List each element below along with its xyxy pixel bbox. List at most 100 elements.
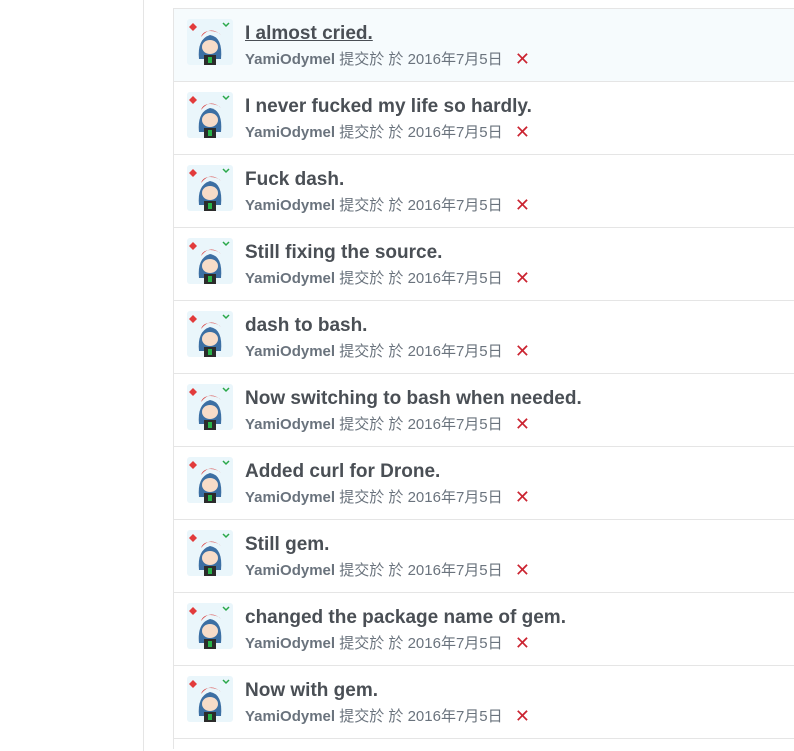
commit-title[interactable]: changed the package name of gem. <box>245 606 566 630</box>
commit-meta: YamiOdymel 提交於 於 2016年7月5日 ✕ <box>245 707 530 727</box>
commit-title[interactable]: Still fixing the source. <box>245 241 442 265</box>
avatar-image <box>187 676 233 722</box>
build-failed-icon[interactable]: ✕ <box>515 269 530 287</box>
commit-title[interactable]: Now switching to bash when needed. <box>245 387 582 411</box>
commit-meta: YamiOdymel 提交於 於 2016年7月5日 ✕ <box>245 269 530 289</box>
avatar-image <box>187 384 233 430</box>
date-prefix: 於 <box>388 708 404 725</box>
commit-meta: YamiOdymel 提交於 於 2016年7月5日 ✕ <box>245 196 530 216</box>
author-avatar[interactable] <box>187 92 233 138</box>
submitted-label: 提交於 <box>339 635 385 652</box>
commit-title[interactable]: I never fucked my life so hardly. <box>245 95 532 119</box>
commit-date: 2016年7月5日 <box>407 270 503 287</box>
author-avatar[interactable] <box>187 530 233 576</box>
commit-meta: YamiOdymel 提交於 於 2016年7月5日 ✕ <box>245 488 530 508</box>
date-prefix: 於 <box>388 124 404 141</box>
commit-date: 2016年7月5日 <box>407 416 503 433</box>
commit-author[interactable]: YamiOdymel <box>245 416 335 433</box>
commit-meta: YamiOdymel 提交於 於 2016年7月5日 ✕ <box>245 415 530 435</box>
commit-author[interactable]: YamiOdymel <box>245 562 335 579</box>
commit-list: I almost cried. YamiOdymel 提交於 於 2016年7月… <box>173 8 794 749</box>
commit-title[interactable]: I almost cried. <box>245 22 373 46</box>
commit-date: 2016年7月5日 <box>407 197 503 214</box>
build-failed-icon[interactable]: ✕ <box>515 342 530 360</box>
commit-item[interactable]: Now with gem. YamiOdymel 提交於 於 2016年7月5日… <box>174 665 794 738</box>
commit-author[interactable]: YamiOdymel <box>245 51 335 68</box>
commit-title[interactable]: Fuck dash. <box>245 168 344 192</box>
date-prefix: 於 <box>388 51 404 68</box>
build-failed-icon[interactable]: ✕ <box>515 123 530 141</box>
author-avatar[interactable] <box>187 165 233 211</box>
commit-date: 2016年7月5日 <box>407 562 503 579</box>
submitted-label: 提交於 <box>339 51 385 68</box>
commit-meta: YamiOdymel 提交於 於 2016年7月5日 ✕ <box>245 342 530 362</box>
avatar-image <box>187 530 233 576</box>
submitted-label: 提交於 <box>339 343 385 360</box>
date-prefix: 於 <box>388 562 404 579</box>
date-prefix: 於 <box>388 635 404 652</box>
commit-date: 2016年7月5日 <box>407 124 503 141</box>
commit-title[interactable]: Now with gem. <box>245 679 378 703</box>
commit-author[interactable]: YamiOdymel <box>245 197 335 214</box>
avatar-image <box>187 165 233 211</box>
commit-title[interactable]: Still gem. <box>245 533 329 557</box>
commit-date: 2016年7月5日 <box>407 343 503 360</box>
commit-author[interactable]: YamiOdymel <box>245 708 335 725</box>
commit-author[interactable]: YamiOdymel <box>245 124 335 141</box>
date-prefix: 於 <box>388 197 404 214</box>
commit-meta: YamiOdymel 提交於 於 2016年7月5日 ✕ <box>245 50 530 70</box>
date-prefix: 於 <box>388 416 404 433</box>
author-avatar[interactable] <box>187 384 233 430</box>
commit-author[interactable]: YamiOdymel <box>245 635 335 652</box>
commit-title[interactable]: Added curl for Drone. <box>245 460 440 484</box>
date-prefix: 於 <box>388 270 404 287</box>
commit-date: 2016年7月5日 <box>407 489 503 506</box>
build-failed-icon[interactable]: ✕ <box>515 196 530 214</box>
avatar-image <box>187 457 233 503</box>
author-avatar[interactable] <box>187 457 233 503</box>
author-avatar[interactable] <box>187 676 233 722</box>
build-failed-icon[interactable]: ✕ <box>515 488 530 506</box>
submitted-label: 提交於 <box>339 489 385 506</box>
commit-item[interactable]: Fuck dash. YamiOdymel 提交於 於 2016年7月5日 ✕ <box>174 154 794 227</box>
author-avatar[interactable] <box>187 238 233 284</box>
build-failed-icon[interactable]: ✕ <box>515 415 530 433</box>
commit-title[interactable]: dash to bash. <box>245 314 367 338</box>
commit-item[interactable]: dash to bash. YamiOdymel 提交於 於 2016年7月5日… <box>174 300 794 373</box>
commit-author[interactable]: YamiOdymel <box>245 343 335 360</box>
build-failed-icon[interactable]: ✕ <box>515 561 530 579</box>
commit-item[interactable]: Added curl for Drone. YamiOdymel 提交於 於 2… <box>174 446 794 519</box>
build-failed-icon[interactable]: ✕ <box>515 50 530 68</box>
commit-author[interactable]: YamiOdymel <box>245 489 335 506</box>
submitted-label: 提交於 <box>339 708 385 725</box>
submitted-label: 提交於 <box>339 197 385 214</box>
avatar-image <box>187 603 233 649</box>
commit-item[interactable]: Still gem. YamiOdymel 提交於 於 2016年7月5日 ✕ <box>174 519 794 592</box>
submitted-label: 提交於 <box>339 124 385 141</box>
commit-date: 2016年7月5日 <box>407 708 503 725</box>
commit-item[interactable]: Still fixing the source. YamiOdymel 提交於 … <box>174 227 794 300</box>
submitted-label: 提交於 <box>339 416 385 433</box>
commit-item[interactable]: I almost cried. YamiOdymel 提交於 於 2016年7月… <box>174 8 794 81</box>
build-failed-icon[interactable]: ✕ <box>515 707 530 725</box>
commit-item[interactable]: changed the package name of gem. YamiOdy… <box>174 592 794 665</box>
avatar-image <box>187 238 233 284</box>
commit-item[interactable]: I never fucked my life so hardly. YamiOd… <box>174 81 794 154</box>
left-sidebar <box>0 0 144 751</box>
commit-meta: YamiOdymel 提交於 於 2016年7月5日 ✕ <box>245 123 530 143</box>
author-avatar[interactable] <box>187 603 233 649</box>
submitted-label: 提交於 <box>339 562 385 579</box>
author-avatar[interactable] <box>187 19 233 65</box>
avatar-image <box>187 19 233 65</box>
commit-date: 2016年7月5日 <box>407 51 503 68</box>
avatar-image <box>187 92 233 138</box>
build-failed-icon[interactable]: ✕ <box>515 634 530 652</box>
submitted-label: 提交於 <box>339 270 385 287</box>
commit-date: 2016年7月5日 <box>407 635 503 652</box>
commit-meta: YamiOdymel 提交於 於 2016年7月5日 ✕ <box>245 634 530 654</box>
author-avatar[interactable] <box>187 311 233 357</box>
commit-author[interactable]: YamiOdymel <box>245 270 335 287</box>
commit-item-partial <box>174 738 794 749</box>
commit-item[interactable]: Now switching to bash when needed. YamiO… <box>174 373 794 446</box>
date-prefix: 於 <box>388 343 404 360</box>
